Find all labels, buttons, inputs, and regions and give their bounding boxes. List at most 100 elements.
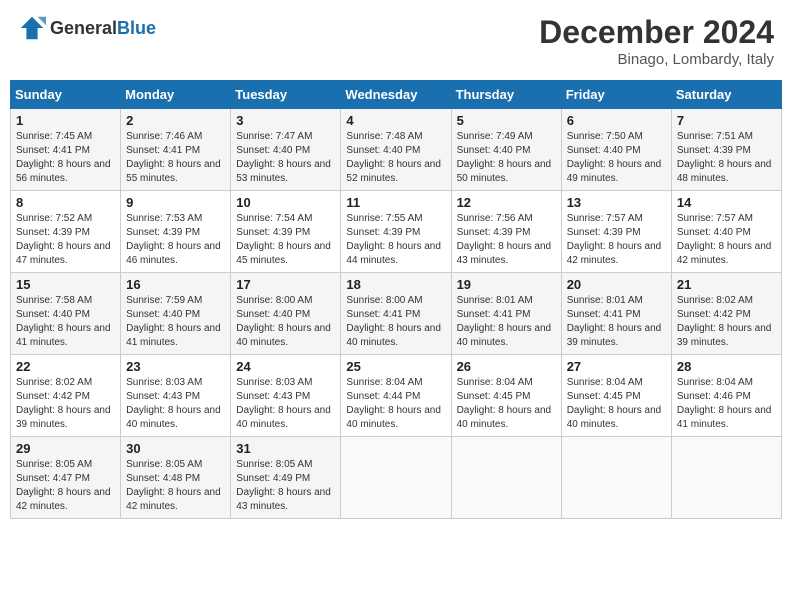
calendar-cell: 1 Sunrise: 7:45 AMSunset: 4:41 PMDaylight… [11,109,121,191]
day-detail: Sunrise: 8:05 AMSunset: 4:47 PMDaylight:… [16,458,115,514]
day-number: 29 [16,441,115,456]
calendar-cell: 9 Sunrise: 7:53 AMSunset: 4:39 PMDaylight… [121,191,231,273]
day-number: 12 [457,195,556,210]
day-detail: Sunrise: 7:45 AMSunset: 4:41 PMDaylight:… [16,130,115,186]
day-detail: Sunrise: 7:57 AMSunset: 4:40 PMDaylight:… [677,212,776,268]
day-number: 7 [677,113,776,128]
day-detail: Sunrise: 8:00 AMSunset: 4:40 PMDaylight:… [236,294,335,350]
calendar-cell: 8 Sunrise: 7:52 AMSunset: 4:39 PMDaylight… [11,191,121,273]
header: GeneralBlue December 2024 Binago, Lombar… [10,10,782,72]
calendar-cell: 16Sunrise: 7:59 AMSunset: 4:40 PMDayligh… [121,273,231,355]
calendar-cell: 20 Sunrise: 8:01 AMSunset: 4:41 PMDayligh… [561,273,671,355]
day-detail: Sunrise: 7:51 AMSunset: 4:39 PMDaylight:… [677,130,776,186]
week-row-3: 15 Sunrise: 7:58 AMSunset: 4:40 PMDayligh… [11,273,782,355]
calendar-cell: 31Sunrise: 8:05 AMSunset: 4:49 PMDayligh… [231,437,341,519]
logo-icon [18,14,46,42]
day-detail: Sunrise: 8:01 AMSunset: 4:41 PMDaylight:… [567,294,666,350]
day-detail: Sunrise: 7:46 AMSunset: 4:41 PMDaylight:… [126,130,225,186]
calendar-cell: 5Sunrise: 7:49 AMSunset: 4:40 PMDaylight… [451,109,561,191]
day-number: 21 [677,277,776,292]
day-detail: Sunrise: 7:56 AMSunset: 4:39 PMDaylight:… [457,212,556,268]
day-detail: Sunrise: 7:53 AMSunset: 4:39 PMDaylight:… [126,212,225,268]
calendar-cell [671,437,781,519]
calendar-cell: 18 Sunrise: 8:00 AMSunset: 4:41 PMDayligh… [341,273,451,355]
week-row-5: 29 Sunrise: 8:05 AMSunset: 4:47 PMDayligh… [11,437,782,519]
calendar-cell [561,437,671,519]
calendar-cell: 19Sunrise: 8:01 AMSunset: 4:41 PMDayligh… [451,273,561,355]
calendar-cell: 15 Sunrise: 7:58 AMSunset: 4:40 PMDayligh… [11,273,121,355]
day-number: 18 [346,277,445,292]
day-number: 6 [567,113,666,128]
day-detail: Sunrise: 7:59 AMSunset: 4:40 PMDaylight:… [126,294,225,350]
day-detail: Sunrise: 7:54 AMSunset: 4:39 PMDaylight:… [236,212,335,268]
day-detail: Sunrise: 7:58 AMSunset: 4:40 PMDaylight:… [16,294,115,350]
calendar-cell: 7 Sunrise: 7:51 AMSunset: 4:39 PMDaylight… [671,109,781,191]
day-number: 9 [126,195,225,210]
calendar-cell: 10 Sunrise: 7:54 AMSunset: 4:39 PMDayligh… [231,191,341,273]
day-number: 28 [677,359,776,374]
day-number: 25 [346,359,445,374]
week-row-2: 8 Sunrise: 7:52 AMSunset: 4:39 PMDaylight… [11,191,782,273]
day-number: 19 [457,277,556,292]
day-detail: Sunrise: 8:03 AMSunset: 4:43 PMDaylight:… [236,376,335,432]
day-detail: Sunrise: 8:04 AMSunset: 4:45 PMDaylight:… [457,376,556,432]
calendar-cell: 6Sunrise: 7:50 AMSunset: 4:40 PMDaylight… [561,109,671,191]
calendar-cell: 11 Sunrise: 7:55 AMSunset: 4:39 PMDayligh… [341,191,451,273]
calendar-cell [341,437,451,519]
day-number: 11 [346,195,445,210]
weekday-header-saturday: Saturday [671,81,781,109]
calendar-cell: 26 Sunrise: 8:04 AMSunset: 4:45 PMDayligh… [451,355,561,437]
day-number: 26 [457,359,556,374]
day-number: 23 [126,359,225,374]
day-number: 22 [16,359,115,374]
day-detail: Sunrise: 8:00 AMSunset: 4:41 PMDaylight:… [346,294,445,350]
calendar-cell: 30 Sunrise: 8:05 AMSunset: 4:48 PMDayligh… [121,437,231,519]
day-detail: Sunrise: 8:04 AMSunset: 4:46 PMDaylight:… [677,376,776,432]
day-detail: Sunrise: 8:03 AMSunset: 4:43 PMDaylight:… [126,376,225,432]
day-number: 24 [236,359,335,374]
day-number: 3 [236,113,335,128]
weekday-header-wednesday: Wednesday [341,81,451,109]
day-number: 4 [346,113,445,128]
calendar-cell: 24 Sunrise: 8:03 AMSunset: 4:43 PMDayligh… [231,355,341,437]
day-detail: Sunrise: 8:04 AMSunset: 4:44 PMDaylight:… [346,376,445,432]
day-number: 13 [567,195,666,210]
day-detail: Sunrise: 7:52 AMSunset: 4:39 PMDaylight:… [16,212,115,268]
calendar-cell: 23 Sunrise: 8:03 AMSunset: 4:43 PMDayligh… [121,355,231,437]
week-row-4: 22Sunrise: 8:02 AMSunset: 4:42 PMDayligh… [11,355,782,437]
weekday-header-friday: Friday [561,81,671,109]
calendar-cell: 3Sunrise: 7:47 AMSunset: 4:40 PMDaylight… [231,109,341,191]
weekday-header-thursday: Thursday [451,81,561,109]
calendar-cell: 28 Sunrise: 8:04 AMSunset: 4:46 PMDayligh… [671,355,781,437]
day-number: 20 [567,277,666,292]
calendar-cell: 21 Sunrise: 8:02 AMSunset: 4:42 PMDayligh… [671,273,781,355]
calendar-cell [451,437,561,519]
day-number: 1 [16,113,115,128]
day-number: 17 [236,277,335,292]
day-number: 10 [236,195,335,210]
day-number: 15 [16,277,115,292]
calendar-cell: 14 Sunrise: 7:57 AMSunset: 4:40 PMDayligh… [671,191,781,273]
day-detail: Sunrise: 7:55 AMSunset: 4:39 PMDaylight:… [346,212,445,268]
calendar-cell: 22Sunrise: 8:02 AMSunset: 4:42 PMDayligh… [11,355,121,437]
calendar-cell: 4Sunrise: 7:48 AMSunset: 4:40 PMDaylight… [341,109,451,191]
day-number: 14 [677,195,776,210]
logo-text: GeneralBlue [50,18,156,39]
day-detail: Sunrise: 8:02 AMSunset: 4:42 PMDaylight:… [677,294,776,350]
calendar-table: SundayMondayTuesdayWednesdayThursdayFrid… [10,80,782,519]
calendar-cell: 12 Sunrise: 7:56 AMSunset: 4:39 PMDayligh… [451,191,561,273]
calendar-cell: 27Sunrise: 8:04 AMSunset: 4:45 PMDayligh… [561,355,671,437]
weekday-header-monday: Monday [121,81,231,109]
day-number: 31 [236,441,335,456]
calendar-cell: 25 Sunrise: 8:04 AMSunset: 4:44 PMDayligh… [341,355,451,437]
calendar-cell: 2Sunrise: 7:46 AMSunset: 4:41 PMDaylight… [121,109,231,191]
day-detail: Sunrise: 7:57 AMSunset: 4:39 PMDaylight:… [567,212,666,268]
day-number: 30 [126,441,225,456]
logo: GeneralBlue [18,14,156,42]
day-number: 8 [16,195,115,210]
title-area: December 2024 Binago, Lombardy, Italy [539,14,774,68]
day-detail: Sunrise: 8:05 AMSunset: 4:48 PMDaylight:… [126,458,225,514]
weekday-header-sunday: Sunday [11,81,121,109]
weekday-header-row: SundayMondayTuesdayWednesdayThursdayFrid… [11,81,782,109]
calendar-cell: 13 Sunrise: 7:57 AMSunset: 4:39 PMDayligh… [561,191,671,273]
